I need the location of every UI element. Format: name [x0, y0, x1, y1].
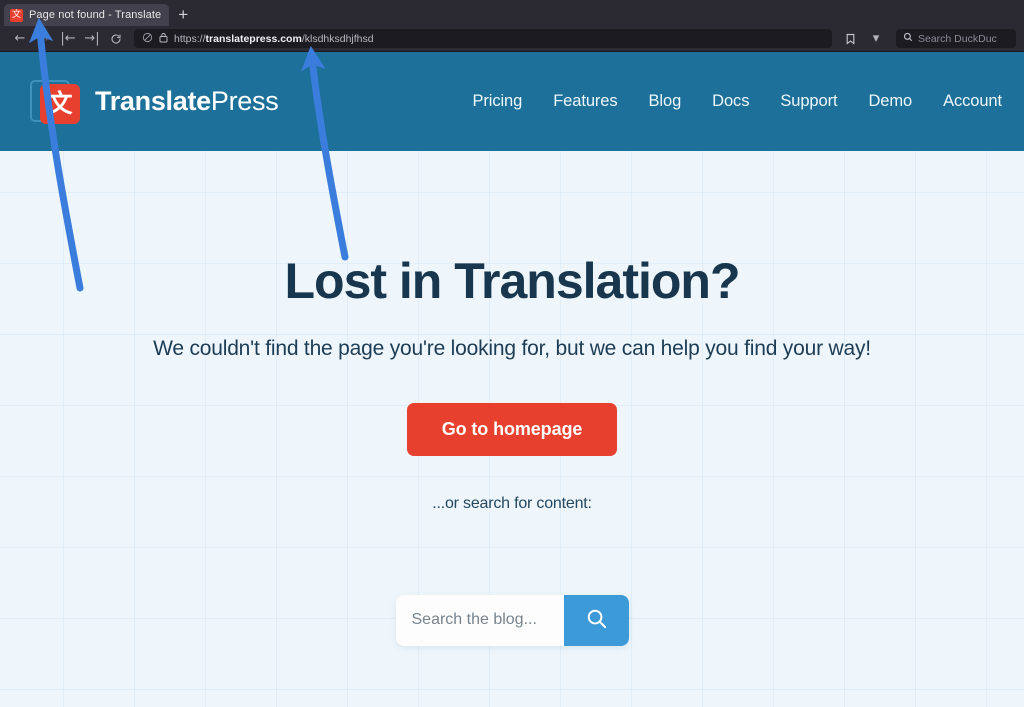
nav-item-pricing[interactable]: Pricing	[472, 92, 522, 111]
reload-icon[interactable]	[104, 29, 128, 49]
or-search-label: ...or search for content:	[432, 494, 592, 512]
brand-name-light: Press	[210, 86, 279, 116]
blog-search-input[interactable]	[395, 594, 564, 646]
tracking-protection-icon[interactable]	[142, 32, 153, 46]
site-logo[interactable]: 文 TranslatePress	[30, 78, 279, 126]
error-page-hero: Lost in Translation? We couldn't find th…	[0, 151, 1024, 646]
lock-icon[interactable]	[159, 32, 168, 46]
tab-strip: 文 Page not found - Translate +	[0, 0, 1024, 26]
brand-name-bold: Translate	[95, 86, 211, 116]
blog-search-button[interactable]	[563, 594, 629, 646]
logo-front-square: 文	[40, 83, 80, 124]
toolbar-right-group: ▾ Search DuckDuc	[838, 29, 1016, 49]
duckduckgo-search-icon	[903, 32, 913, 45]
blog-search-form	[395, 594, 629, 646]
browser-search-placeholder: Search DuckDuc	[918, 32, 997, 45]
new-tab-button[interactable]: +	[169, 6, 197, 26]
browser-window: 文 Page not found - Translate + ← → |← →|…	[0, 0, 1024, 707]
site-brand-name: TranslatePress	[95, 86, 279, 117]
chevron-down-icon[interactable]: ▾	[864, 29, 888, 49]
url-bar[interactable]: https://translatepress.com/klsdhksdhjfhs…	[134, 29, 832, 48]
jump-end-icon[interactable]: →|	[80, 29, 104, 49]
nav-item-features[interactable]: Features	[553, 92, 617, 111]
translatepress-logo-icon: 文	[30, 78, 82, 126]
translatepress-favicon-icon: 文	[10, 8, 23, 22]
tab-title: Page not found - Translate	[29, 9, 162, 21]
url-text: https://translatepress.com/klsdhksdhjfhs…	[174, 33, 824, 45]
jump-start-icon[interactable]: |←	[56, 29, 80, 49]
page-subtitle: We couldn't find the page you're looking…	[153, 336, 871, 360]
url-domain: translatepress.com	[205, 32, 302, 45]
go-to-homepage-button[interactable]: Go to homepage	[406, 402, 618, 456]
browser-tab[interactable]: 文 Page not found - Translate	[4, 4, 170, 26]
nav-item-docs[interactable]: Docs	[712, 92, 749, 111]
browser-search-box[interactable]: Search DuckDuc	[896, 29, 1016, 48]
url-scheme: https://	[174, 32, 206, 45]
nav-item-account[interactable]: Account	[943, 92, 1002, 111]
back-icon[interactable]: ←	[8, 29, 32, 49]
url-path: /klsdhksdhjfhsd	[301, 32, 374, 45]
forward-icon[interactable]: →	[32, 29, 56, 49]
magnifier-icon	[585, 607, 608, 633]
site-header: 文 TranslatePress Pricing Features Blog D…	[0, 52, 1024, 151]
nav-item-blog[interactable]: Blog	[649, 92, 682, 111]
blog-search-wrapper	[0, 594, 1024, 646]
page-viewport: 文 TranslatePress Pricing Features Blog D…	[0, 52, 1024, 707]
page-title: Lost in Translation?	[284, 253, 740, 309]
bookmark-icon[interactable]	[838, 29, 862, 49]
nav-item-support[interactable]: Support	[780, 92, 837, 111]
site-navigation: Pricing Features Blog Docs Support Demo …	[472, 92, 1002, 111]
nav-item-demo[interactable]: Demo	[868, 92, 912, 111]
browser-toolbar: ← → |← →| https://translatepress.com/kls…	[0, 26, 1024, 52]
